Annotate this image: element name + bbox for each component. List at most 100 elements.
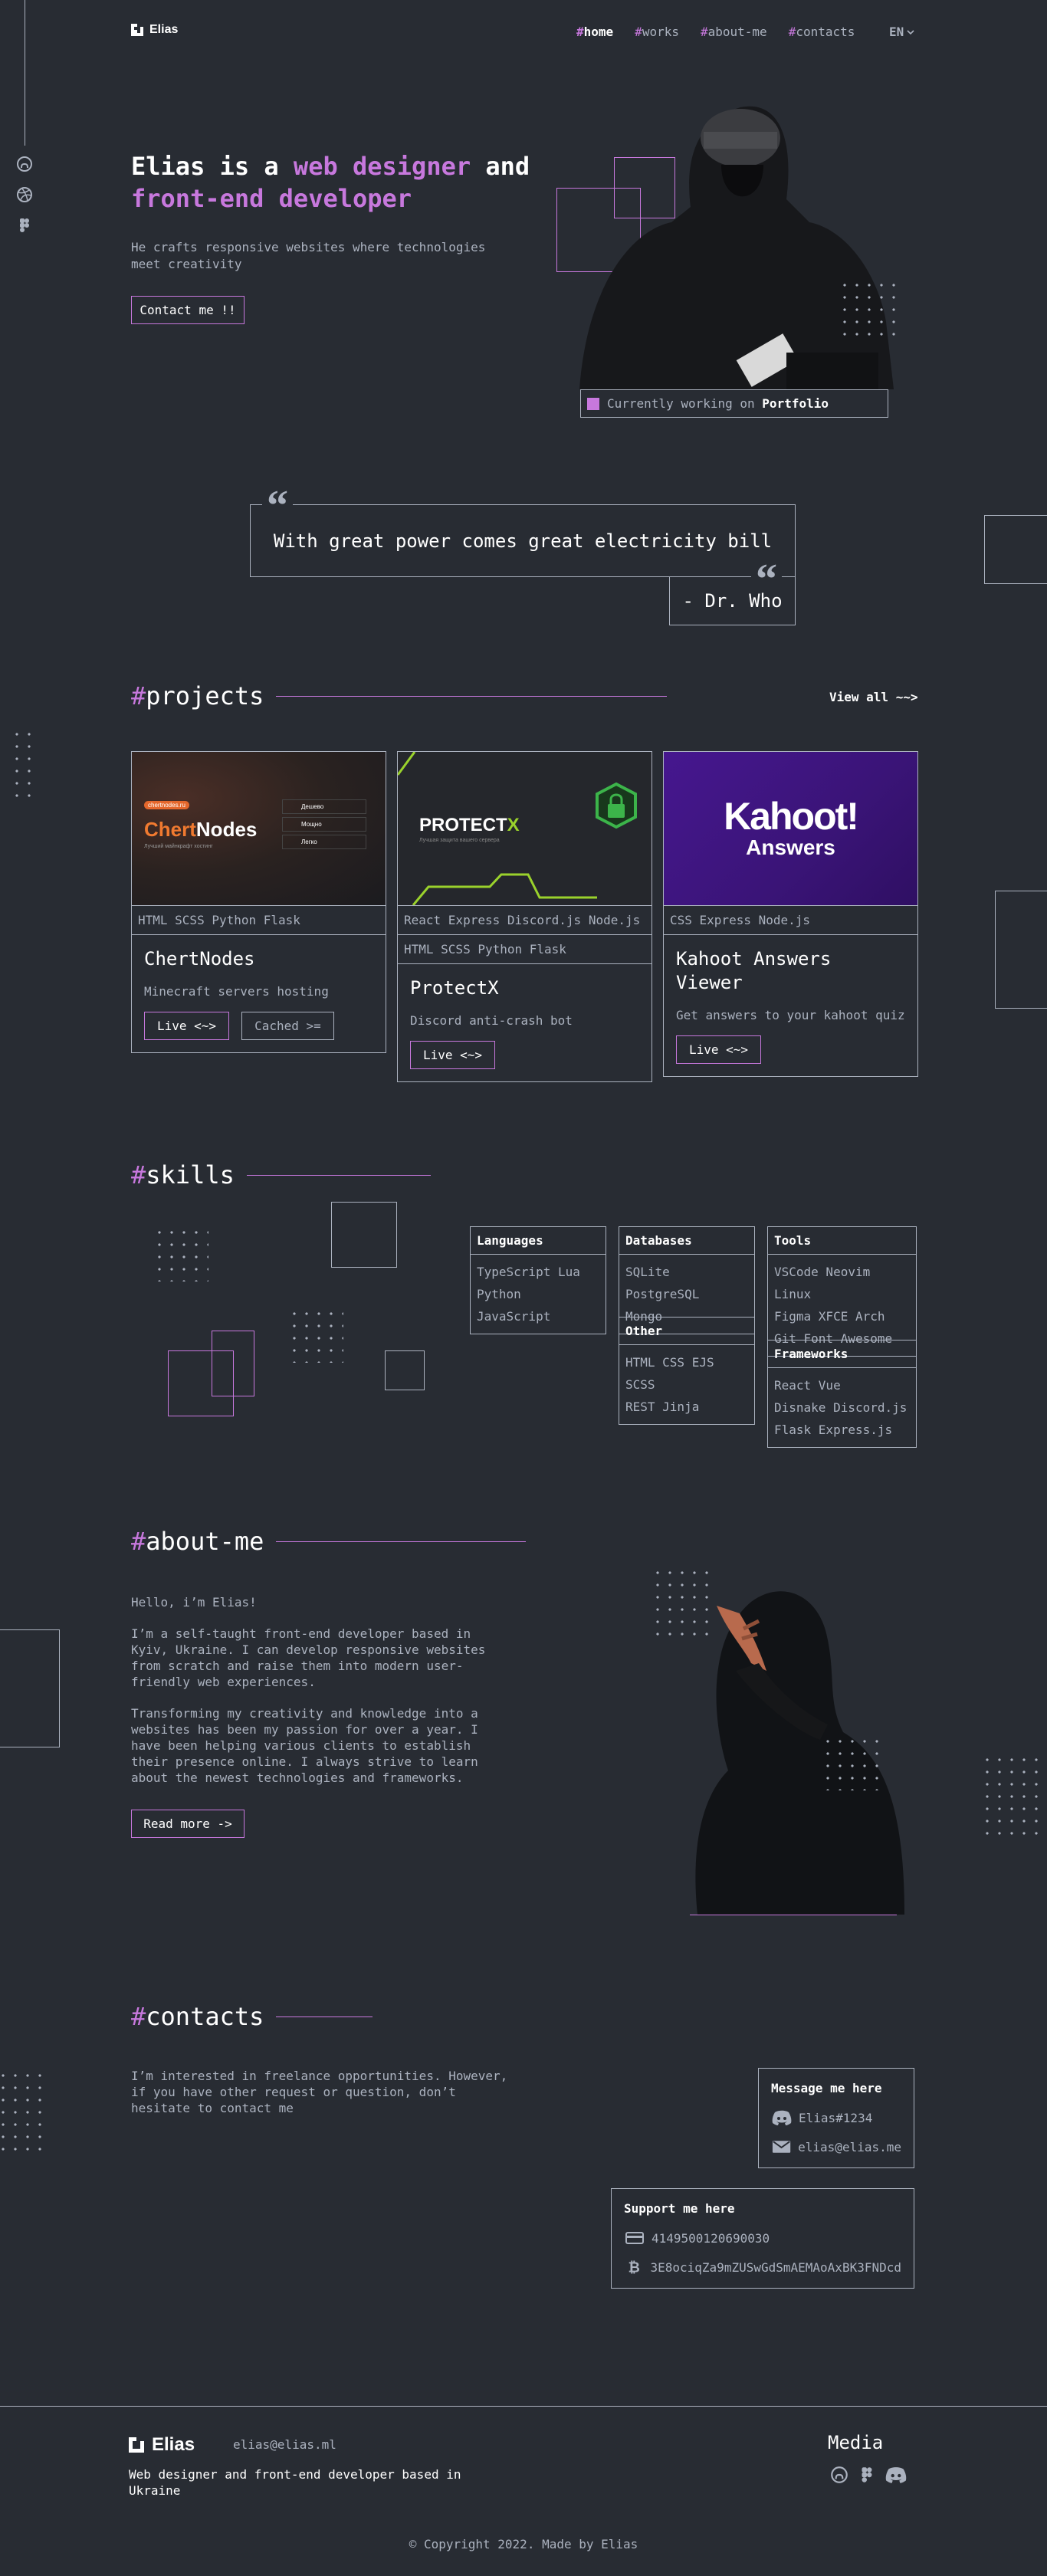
decor-square	[385, 1350, 425, 1390]
project-tags: HTML SCSS Python Flask	[132, 905, 386, 935]
project-card: Kahoot! Answers CSS Express Node.js Kaho…	[663, 751, 918, 1077]
contacts-text: I’m interested in freelance opportunitie…	[131, 2069, 508, 2115]
skill-group-title: Languages	[471, 1227, 606, 1255]
card-contact[interactable]: 4149500120690030	[624, 2230, 901, 2246]
project-image-tagline: Лучший майнкрафт хостинг	[144, 844, 213, 849]
logo[interactable]: Elias	[131, 23, 178, 37]
nav-about-me[interactable]: #about-me	[701, 25, 767, 39]
hero-subtitle: He crafts responsive websites where tech…	[131, 240, 486, 271]
figma-icon[interactable]	[857, 2465, 877, 2488]
skill-item: React Vue	[774, 1378, 841, 1393]
email-contact[interactable]: elias@elias.me	[771, 2138, 901, 2155]
credit-card-icon	[625, 2232, 644, 2244]
contacts-title: #contacts	[131, 2002, 264, 2031]
about-paragraph: Transforming my creativity and knowledge…	[131, 1706, 478, 1785]
nav-contacts[interactable]: #contacts	[789, 25, 855, 39]
project-image: Kahoot! Answers	[664, 752, 917, 905]
status-square-icon	[587, 397, 599, 410]
project-tags: React Express Discord.js Node.js	[398, 905, 652, 935]
skill-group-title: Tools	[768, 1227, 916, 1255]
live-button[interactable]: Live <~>	[676, 1035, 762, 1064]
dots-pattern	[839, 279, 904, 345]
heading-line	[246, 1174, 431, 1176]
quote-box: With great power comes great electricity…	[250, 504, 796, 577]
view-all-link[interactable]: View all ~~>	[829, 690, 918, 704]
project-tags: HTML SCSS Python Flask	[398, 935, 652, 964]
project-image: chertnodes.ru ChertNodes Лучший майнкраф…	[132, 752, 386, 905]
skill-group-frameworks: Frameworks React Vue Disnake Discord.js Fl…	[767, 1340, 917, 1448]
discord-handle: Elias#1234	[799, 2110, 873, 2125]
skill-item: SQLite PostgreSQL	[625, 1265, 700, 1301]
skill-group-other: Other HTML CSS EJS SCSS REST Jinja	[619, 1317, 755, 1425]
email-icon	[772, 2141, 791, 2153]
dots-pattern	[981, 1754, 1047, 1838]
project-image-brand: Kahoot!	[724, 795, 859, 838]
project-description: Get answers to your kahoot quiz	[676, 1008, 905, 1022]
project-name: ChertNodes	[144, 948, 255, 970]
about-heading: #about-me	[131, 1527, 527, 1556]
skill-group-title: Frameworks	[768, 1341, 916, 1368]
github-icon[interactable]	[829, 2465, 849, 2488]
btc-contact[interactable]: ₿ 3E8ociqZa9mZUSwGdSmAEMAoAxBK3FNDcd	[624, 2259, 901, 2276]
skill-item: Python JavaScript	[477, 1287, 551, 1324]
skill-group-languages: Languages TypeScript Lua Python JavaScrip…	[470, 1226, 606, 1334]
heading-line	[276, 1541, 527, 1542]
footer-logo[interactable]: Elias	[129, 2434, 195, 2456]
about-greeting: Hello, i’m Elias!	[131, 1595, 257, 1610]
contact-me-button[interactable]: Contact me !!	[131, 296, 245, 324]
project-name: ProtectX	[410, 977, 499, 999]
logo-icon	[131, 24, 143, 36]
dribbble-icon[interactable]	[15, 185, 35, 207]
read-more-button[interactable]: Read more ->	[131, 1810, 245, 1838]
about-title: #about-me	[131, 1527, 264, 1556]
discord-contact[interactable]: Elias#1234	[771, 2109, 901, 2126]
projects-title: #projects	[131, 681, 264, 710]
decor-square	[0, 1629, 60, 1747]
project-name: Kahoot Answers Viewer	[676, 948, 832, 993]
support-title: Support me here	[624, 2201, 735, 2216]
project-image: PROTECTX Лучшая защита вашего сервера	[398, 752, 652, 905]
about-text: Hello, i’m Elias! I’m a self-taught fron…	[131, 1594, 514, 1786]
discord-icon[interactable]	[885, 2465, 908, 2488]
logo-shape-outline	[212, 1331, 254, 1396]
decor-square	[331, 1202, 397, 1268]
heading-line	[276, 2016, 373, 2017]
figma-icon[interactable]	[15, 216, 35, 238]
live-button[interactable]: Live <~>	[144, 1012, 230, 1040]
dots-pattern	[0, 2069, 44, 2154]
footer-email[interactable]: elias@elias.ml	[233, 2437, 336, 2452]
skills-heading: #skills	[131, 1160, 431, 1190]
skill-item: TypeScript Lua	[477, 1265, 580, 1279]
quote-author: - Dr. Who	[682, 590, 783, 612]
dots-pattern	[288, 1308, 343, 1363]
github-icon[interactable]	[15, 155, 35, 176]
skill-item: Flask Express.js	[774, 1423, 893, 1437]
about-person-figure	[695, 1591, 904, 1915]
project-image-brand: ChertNodes	[144, 818, 258, 841]
hero-title: Elias is a web designer and front-end de…	[131, 152, 530, 213]
footer-media-title: Media	[828, 2432, 884, 2453]
footer-tagline: Web designer and front-end developer bas…	[129, 2467, 461, 2498]
footer-media-icons	[829, 2465, 908, 2488]
message-title: Message me here	[771, 2081, 882, 2095]
skill-item: HTML CSS EJS SCSS	[625, 1355, 714, 1392]
logo-text: Elias	[149, 23, 179, 36]
quote-close-icon: “	[751, 564, 782, 592]
live-button[interactable]: Live <~>	[410, 1041, 496, 1069]
main-nav: #home #works #about-me #contacts	[576, 25, 855, 39]
project-image-subbrand: Answers	[746, 835, 835, 859]
message-box: Message me here Elias#1234 elias@elias.m…	[758, 2068, 914, 2168]
card-number: 4149500120690030	[652, 2230, 770, 2246]
nav-home[interactable]: #home	[576, 25, 613, 39]
cached-button[interactable]: Cached >=	[241, 1012, 334, 1040]
bitcoin-icon: ₿	[629, 2259, 640, 2276]
nav-works[interactable]: #works	[635, 25, 679, 39]
project-tags: CSS Express Node.js	[664, 905, 917, 935]
language-select[interactable]: EN	[889, 25, 914, 39]
status-text: Currently working on Portfolio	[607, 396, 829, 411]
skill-item: REST Jinja	[625, 1400, 700, 1414]
project-card: PROTECTX Лучшая защита вашего сервера Re…	[397, 751, 652, 1082]
heading-line	[276, 695, 668, 697]
skill-item: Figma XFCE Arch	[774, 1309, 885, 1324]
svg-text:₿: ₿	[629, 2259, 640, 2276]
